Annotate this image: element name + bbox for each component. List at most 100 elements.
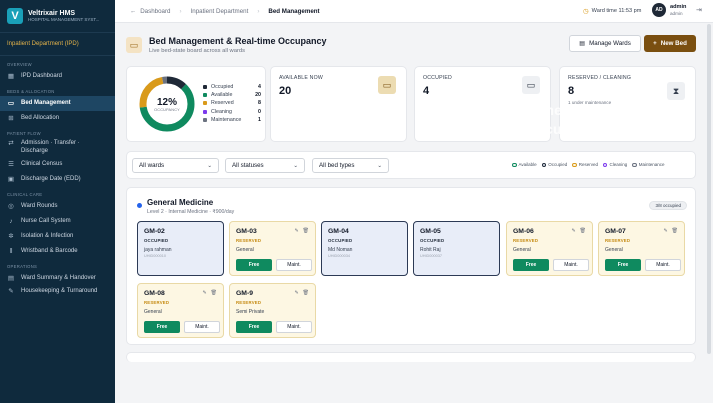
ward-filter-select[interactable]: All wards ⌄ xyxy=(132,158,219,173)
edit-icon[interactable]: ✎ xyxy=(663,228,667,234)
manage-wards-button[interactable]: ▤ Manage Wards xyxy=(569,35,641,52)
census-icon: ☰ xyxy=(8,160,14,168)
bed-icon: ▭ xyxy=(7,99,15,107)
bed-type-filter-select[interactable]: All bed types ⌄ xyxy=(312,158,389,173)
delete-icon[interactable]: 🗑 xyxy=(580,228,586,234)
sidebar-item-nurse-call[interactable]: ♪ Nurse Call System xyxy=(0,214,115,229)
edit-icon[interactable]: ✎ xyxy=(202,290,206,296)
free-button[interactable]: Free xyxy=(236,259,272,271)
sidebar-item-bed-allocation[interactable]: ⊞ Bed Allocation xyxy=(0,111,115,126)
legend-available: Available 20 xyxy=(203,91,261,99)
delete-icon[interactable]: 🗑 xyxy=(303,290,309,296)
status-legend: Available Occupied Reserved Cleaning Mai… xyxy=(512,162,665,167)
sidebar-item-ward-rounds[interactable]: ◎ Ward Rounds xyxy=(0,199,115,214)
summary-icon: ▤ xyxy=(7,274,15,282)
occupancy-percent: 12% xyxy=(156,96,177,108)
plus-icon: + xyxy=(653,40,657,47)
maintenance-button[interactable]: Maint. xyxy=(184,321,220,333)
delete-icon[interactable]: 🗑 xyxy=(672,228,678,234)
back-arrow-icon[interactable]: ← xyxy=(130,8,136,15)
maintenance-button[interactable]: Maint. xyxy=(645,259,681,271)
sidebar-item-discharge-date[interactable]: ▣ Discharge Date (EDD) xyxy=(0,172,115,187)
calendar-icon: ▣ xyxy=(7,175,15,183)
ward-name: General Medicine xyxy=(147,198,214,207)
ward-time: ◷ Ward time 11:53 pm xyxy=(583,8,642,15)
bed-header-icon: ▭ xyxy=(126,37,142,53)
page-title: Bed Management & Real-time Occupancy xyxy=(149,36,327,46)
sidebar-item-bed-management[interactable]: ▭ Bed Management xyxy=(0,96,115,111)
dashboard-icon: ▦ xyxy=(7,72,15,80)
edit-icon[interactable]: ✎ xyxy=(294,290,298,296)
brand[interactable]: V Veltrixair HMS HOSPITAL MANAGEMENT SYS… xyxy=(0,0,115,33)
logout-icon[interactable]: ⇥ xyxy=(696,6,702,14)
filter-bar: All wards ⌄ All statuses ⌄ All bed types ⌄ … xyxy=(126,151,696,179)
app-name: Veltrixair HMS xyxy=(28,9,76,17)
legend-occupied: Occupied 4 xyxy=(203,83,261,91)
free-button[interactable]: Free xyxy=(605,259,641,271)
bed-card[interactable]: GM-05 OCCUPIED Rohit Raj UHID000037 xyxy=(413,221,500,276)
title-overlay: Bed Management & Real-time Occupancy xyxy=(457,102,604,137)
sidebar-item-isolation[interactable]: ✲ Isolation & Infection xyxy=(0,229,115,244)
available-now-card: AVAILABLE NOW 20 ▭ xyxy=(270,66,407,142)
breadcrumb-separator-icon: › xyxy=(257,7,260,15)
bed-card[interactable]: GM-04 OCCUPIED Md Noman UHID000034 xyxy=(321,221,408,276)
bed-card[interactable]: GM-9 ✎ 🗑 RESERVED Semi Private Free Maint… xyxy=(229,283,316,338)
free-button[interactable]: Free xyxy=(236,321,272,333)
ward-icon: ▤ xyxy=(579,40,586,47)
section-operations: OPERATIONS xyxy=(7,263,38,269)
occupancy-legend: Occupied 4 Available 20 Reserved 8 Cleaning… xyxy=(203,83,261,124)
chevron-down-icon: ⌄ xyxy=(207,162,212,169)
stat-title: RESERVED / CLEANING xyxy=(568,75,632,81)
delete-icon[interactable]: 🗑 xyxy=(303,228,309,234)
new-bed-button[interactable]: + New Bed xyxy=(644,35,696,52)
stat-value: 20 xyxy=(279,85,292,97)
clock-icon: ◷ xyxy=(583,8,589,15)
department-label: Inpatient Department (IPD) xyxy=(0,33,115,56)
transfer-icon: ⇄ xyxy=(8,139,14,147)
sidebar-item-housekeeping[interactable]: ✎ Housekeeping & Turnaround xyxy=(0,286,115,305)
bed-card[interactable]: GM-03 ✎ 🗑 RESERVED General Free Maint. xyxy=(229,221,316,276)
bed-card[interactable]: GM-08 ✎ 🗑 RESERVED General Free Maint. xyxy=(137,283,224,338)
bed-card[interactable]: GM-06 ✎ 🗑 RESERVED General Free Maint. xyxy=(506,221,593,276)
sidebar-item-clinical-census[interactable]: ☰ Clinical Census xyxy=(0,157,115,172)
sidebar-item-ipd-dashboard[interactable]: ▦ IPD Dashboard xyxy=(0,69,115,84)
bed-icon: ▭ xyxy=(522,76,540,94)
occupancy-badge: 3/8 occupied xyxy=(649,201,687,210)
barcode-icon: ⦀ xyxy=(9,247,13,255)
app-logo: V xyxy=(7,8,23,24)
free-button[interactable]: Free xyxy=(144,321,180,333)
stat-value: 4 xyxy=(423,85,430,97)
avatar[interactable]: AD xyxy=(652,3,666,17)
bed-card[interactable]: GM-07 ✎ 🗑 RESERVED General Free Maint. xyxy=(598,221,685,276)
legend-reserved: Reserved 8 xyxy=(203,99,261,107)
breadcrumb-separator-icon: › xyxy=(179,7,182,15)
bed-card[interactable]: GM-02 OCCUPIED jaya rahman UHID000010 xyxy=(137,221,224,276)
page-subtitle: Live bed-state board across all wards xyxy=(149,48,246,54)
edit-icon[interactable]: ✎ xyxy=(294,228,298,234)
free-button[interactable]: Free xyxy=(513,259,549,271)
delete-icon[interactable]: 🗑 xyxy=(211,290,217,296)
biohazard-icon: ✲ xyxy=(8,232,14,240)
status-filter-select[interactable]: All statuses ⌄ xyxy=(225,158,305,173)
user-info[interactable]: admin admin xyxy=(670,4,686,16)
stat-title: AVAILABLE NOW xyxy=(279,75,323,81)
edit-icon[interactable]: ✎ xyxy=(571,228,575,234)
scrollbar[interactable] xyxy=(707,24,711,354)
sidebar-item-admission-transfer-discharge[interactable]: ⇄ Admission · Transfer · Discharge xyxy=(0,138,115,157)
hourglass-icon: ⧗ xyxy=(667,82,685,100)
ward-status-dot xyxy=(137,203,142,208)
occupancy-card: 12% OCCUPANCY Occupied 4 Available 20 Rese… xyxy=(126,66,266,142)
sidebar-item-ward-summary[interactable]: ▤ Ward Summary & Handover xyxy=(0,271,115,286)
broom-icon: ✎ xyxy=(8,287,14,295)
maintenance-button[interactable]: Maint. xyxy=(276,259,312,271)
breadcrumb-current: Bed Management xyxy=(268,7,320,15)
maintenance-button[interactable]: Maint. xyxy=(276,321,312,333)
breadcrumb-dashboard[interactable]: Dashboard xyxy=(140,8,170,15)
topbar: ← Dashboard › Inpatient Department › Bed… xyxy=(115,0,713,23)
breadcrumb: ← Dashboard › Inpatient Department › Bed… xyxy=(130,8,320,15)
breadcrumb-inpatient[interactable]: Inpatient Department xyxy=(191,8,249,15)
sidebar-item-wristband[interactable]: ⦀ Wristband & Barcode xyxy=(0,244,115,259)
bed-icon: ▭ xyxy=(378,76,396,94)
maintenance-button[interactable]: Maint. xyxy=(553,259,589,271)
allocation-icon: ⊞ xyxy=(8,114,14,122)
